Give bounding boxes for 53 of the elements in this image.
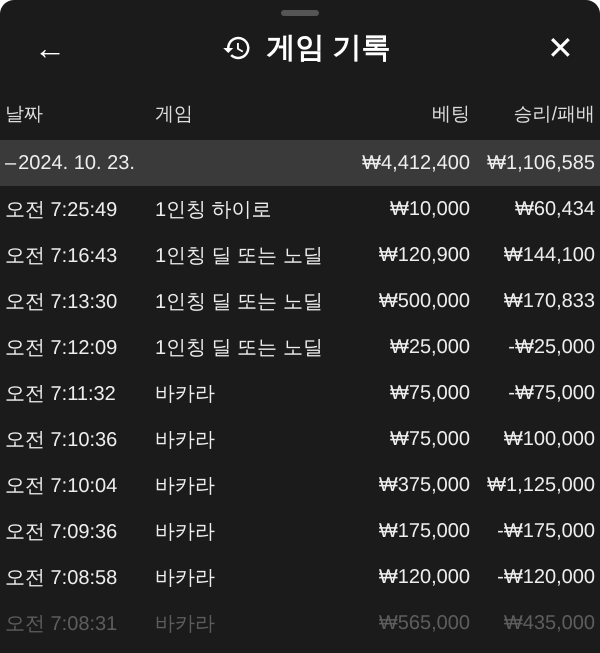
bet-cell-text: ₩25,000 xyxy=(388,336,470,358)
bet-cell-text: ₩10,000 xyxy=(388,198,470,220)
drag-handle[interactable] xyxy=(281,10,319,16)
bet-cell-text: ₩120,900 xyxy=(378,244,470,266)
date-group-row[interactable]: –2024. 10. 23. ₩4,412,400 ₩1,106,585 xyxy=(0,140,600,186)
back-button[interactable]: ← xyxy=(26,32,74,64)
bet-cell-text: ₩75,000 xyxy=(388,428,470,450)
column-header: 날짜 xyxy=(5,103,44,127)
time-cell-text: 오전 7:16:43 xyxy=(5,244,118,268)
column-header: 승리/패배 xyxy=(512,103,595,127)
time-cell-text: 오전 7:11:32 xyxy=(5,382,117,406)
group-date: 2024. 10. 23. xyxy=(18,152,135,174)
time-cell-text: 오전 7:10:36 xyxy=(5,428,118,452)
game-cell-text: 1인칭 딜 또는 노딜 xyxy=(155,336,324,360)
game-cell-text: 바카라 xyxy=(155,428,216,452)
bet-cell-text: ₩375,000 xyxy=(378,474,470,496)
result-cell-text: ₩170,833 xyxy=(502,290,595,312)
game-cell-text: 바카라 xyxy=(155,612,216,636)
time-cell-text: 오전 7:08:58 xyxy=(5,566,118,590)
result-cell-text: ₩100,000 xyxy=(502,428,595,450)
result-cell-text: -₩120,000 xyxy=(496,566,595,588)
total-result: ₩1,106,585 xyxy=(486,152,595,174)
bet-cell-text: ₩565,000 xyxy=(378,612,470,634)
total-bet: ₩4,412,400 xyxy=(361,152,470,174)
game-cell-text: 바카라 xyxy=(155,474,216,498)
game-cell-text: 바카라 xyxy=(155,566,216,590)
game-cell-text: 1인칭 하이로 xyxy=(155,198,273,222)
collapse-toggle[interactable]: – xyxy=(5,152,16,174)
time-cell-text: 오전 7:10:04 xyxy=(5,474,118,498)
page-title: 게임 기록 xyxy=(266,31,391,66)
column-header: 게임 xyxy=(155,103,194,127)
result-cell-text: -₩25,000 xyxy=(507,336,595,358)
result-cell-text: ₩1,125,000 xyxy=(486,474,595,496)
result-cell-text: ₩435,000 xyxy=(502,612,595,634)
game-cell-text: 1인칭 딜 또는 노딜 xyxy=(155,244,324,268)
time-cell-text: 오전 7:12:09 xyxy=(5,336,118,360)
result-cell-text: -₩175,000 xyxy=(496,520,595,542)
result-cell-text: ₩60,434 xyxy=(514,198,595,220)
bet-cell-text: ₩175,000 xyxy=(378,520,470,542)
result-cell-text: ₩144,100 xyxy=(502,244,595,266)
time-cell-text: 오전 7:25:49 xyxy=(5,198,118,222)
bet-cell-text: ₩500,000 xyxy=(378,290,470,312)
game-cell-text: 바카라 xyxy=(155,382,216,406)
column-header: 베팅 xyxy=(431,103,470,127)
result-cell-text: -₩75,000 xyxy=(507,382,595,404)
bet-cell-text: ₩120,000 xyxy=(378,566,470,588)
game-cell-text: 바카라 xyxy=(155,520,216,544)
bet-cell-text: ₩75,000 xyxy=(388,382,470,404)
time-cell-text: 오전 7:08:31 xyxy=(5,612,118,636)
close-button[interactable]: ✕ xyxy=(539,32,582,64)
time-cell-text: 오전 7:13:30 xyxy=(5,290,118,314)
game-cell-text: 1인칭 딜 또는 노딜 xyxy=(155,290,324,314)
time-cell-text: 오전 7:09:36 xyxy=(5,520,118,544)
